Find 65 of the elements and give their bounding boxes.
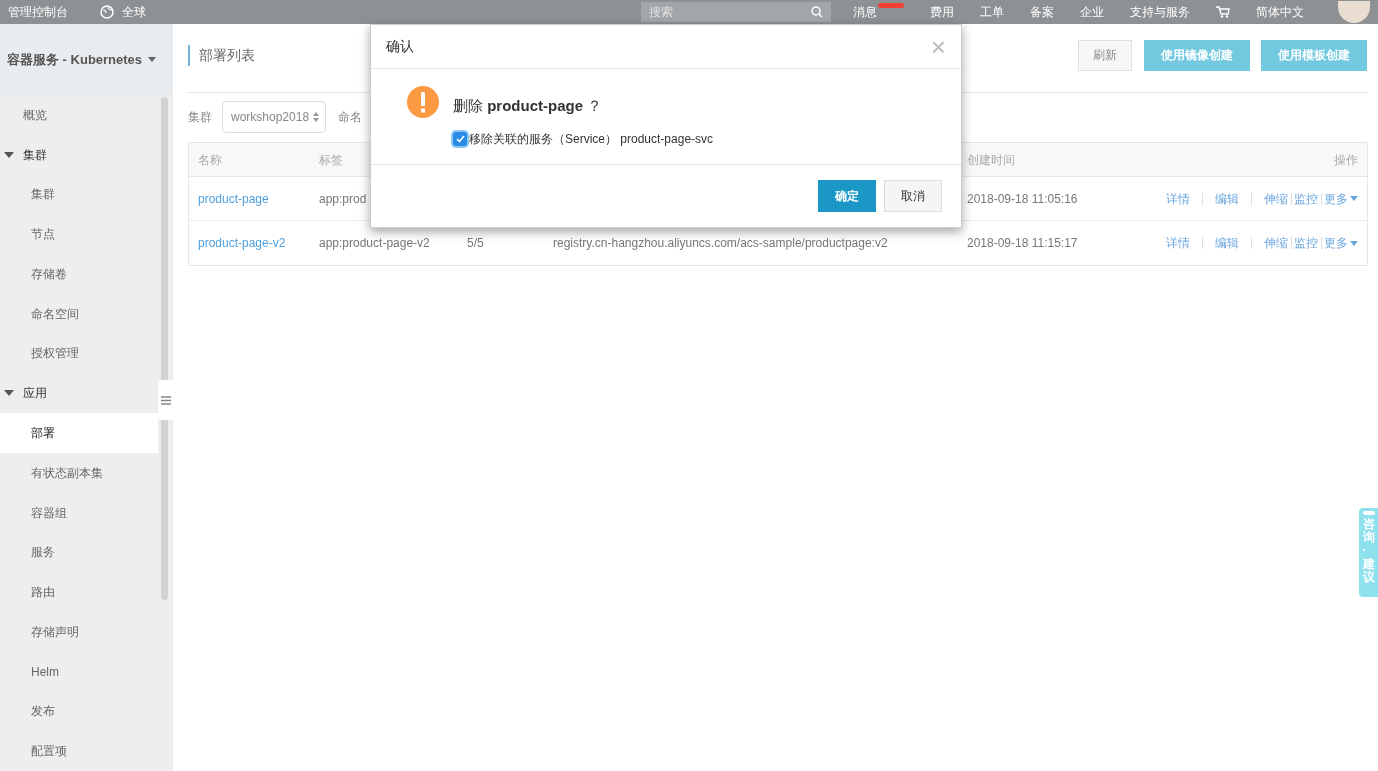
toolbar-button[interactable]: 使用镜像创建: [1144, 39, 1250, 71]
avatar[interactable]: [1338, 1, 1370, 23]
column-header: 创建时间: [966, 151, 1016, 169]
column-header: 名称: [198, 151, 223, 169]
nav-link[interactable]: 企业: [1080, 3, 1104, 21]
sidebar-header[interactable]: 容器服务 - Kubernetes: [0, 24, 173, 95]
deployment-link[interactable]: product-page: [198, 189, 269, 208]
nav-link[interactable]: 费用: [930, 3, 954, 21]
nav-link[interactable]: 消息: [853, 3, 904, 21]
checkbox[interactable]: [453, 131, 467, 146]
action-link[interactable]: 伸缩: [1264, 189, 1288, 208]
action-link[interactable]: 监控: [1294, 234, 1318, 252]
nav-link[interactable]: 工单: [980, 3, 1004, 21]
deployment-link[interactable]: product-page-v2: [198, 234, 286, 252]
sidebar-group[interactable]: 应用: [0, 373, 158, 414]
page-title: 部署列表: [188, 44, 255, 66]
action-link[interactable]: 编辑: [1215, 234, 1239, 252]
cluster-select[interactable]: workshop2018: [222, 101, 326, 133]
caret-icon: [4, 390, 14, 397]
nav-link[interactable]: 备案: [1030, 3, 1054, 21]
warning-icon: [407, 86, 439, 118]
checkbox-label: 移除关联的服务（Service） product-page-svc: [469, 130, 714, 148]
dialog-button[interactable]: 确定: [818, 180, 876, 212]
close-button[interactable]: ×: [930, 33, 946, 60]
action-link[interactable]: 更多: [1324, 189, 1358, 208]
action-link[interactable]: 伸缩: [1264, 234, 1288, 252]
nav-link[interactable]: 支持与服务: [1130, 3, 1190, 21]
cart-icon[interactable]: [1216, 6, 1230, 18]
notification-badge: [878, 3, 904, 8]
action-link[interactable]: 详情: [1166, 189, 1190, 208]
action-link[interactable]: 详情: [1166, 234, 1190, 252]
region-selector[interactable]: 全球: [122, 3, 146, 21]
table-cell-text: app:prod: [319, 190, 367, 208]
action-link[interactable]: 监控: [1294, 189, 1318, 208]
caret-icon: [148, 57, 157, 62]
caret-icon: [1350, 196, 1358, 201]
toolbar-button[interactable]: 使用模板创建: [1261, 39, 1367, 71]
dialog-message: 删除 product-page ？: [453, 96, 604, 116]
toolbar-button[interactable]: 刷新: [1078, 39, 1132, 71]
globe-icon: [100, 5, 114, 19]
table-cell-text: 5/5: [467, 235, 484, 252]
sidebar-item[interactable]: 部署: [0, 413, 158, 453]
search-field[interactable]: 搜索: [641, 2, 831, 22]
console-link[interactable]: 管理控制台: [8, 3, 68, 21]
caret-icon: [4, 151, 14, 158]
check-icon: [455, 134, 465, 143]
caret-icon: [1350, 240, 1358, 246]
filter-label: 集群: [188, 109, 212, 126]
column-header: 标签: [319, 151, 344, 169]
sort-icon: [313, 112, 320, 122]
dialog-title: 确认: [386, 37, 414, 56]
table-cell-text: app:product-page-v2: [319, 235, 430, 252]
action-link[interactable]: 更多: [1324, 234, 1358, 252]
table-cell-text: 2018-09-18 11:15:17: [966, 235, 1078, 252]
table-cell-text: registry.cn-hangzhou.aliyuncs.com/acs-sample/productpage:v2: [553, 235, 888, 252]
table-cell-text: 2018-09-18 11:05:16: [966, 190, 1078, 208]
sidebar-group[interactable]: 集群: [0, 134, 158, 175]
column-header: 操作: [1334, 151, 1358, 169]
language-selector[interactable]: 简体中文: [1256, 3, 1304, 21]
filter-label: 命名: [338, 109, 362, 126]
dialog-button[interactable]: 取消: [884, 180, 942, 212]
collapse-handle[interactable]: [158, 380, 173, 420]
scrollbar[interactable]: [161, 97, 168, 600]
action-link[interactable]: 编辑: [1215, 189, 1239, 208]
menu-icon: [160, 395, 171, 405]
